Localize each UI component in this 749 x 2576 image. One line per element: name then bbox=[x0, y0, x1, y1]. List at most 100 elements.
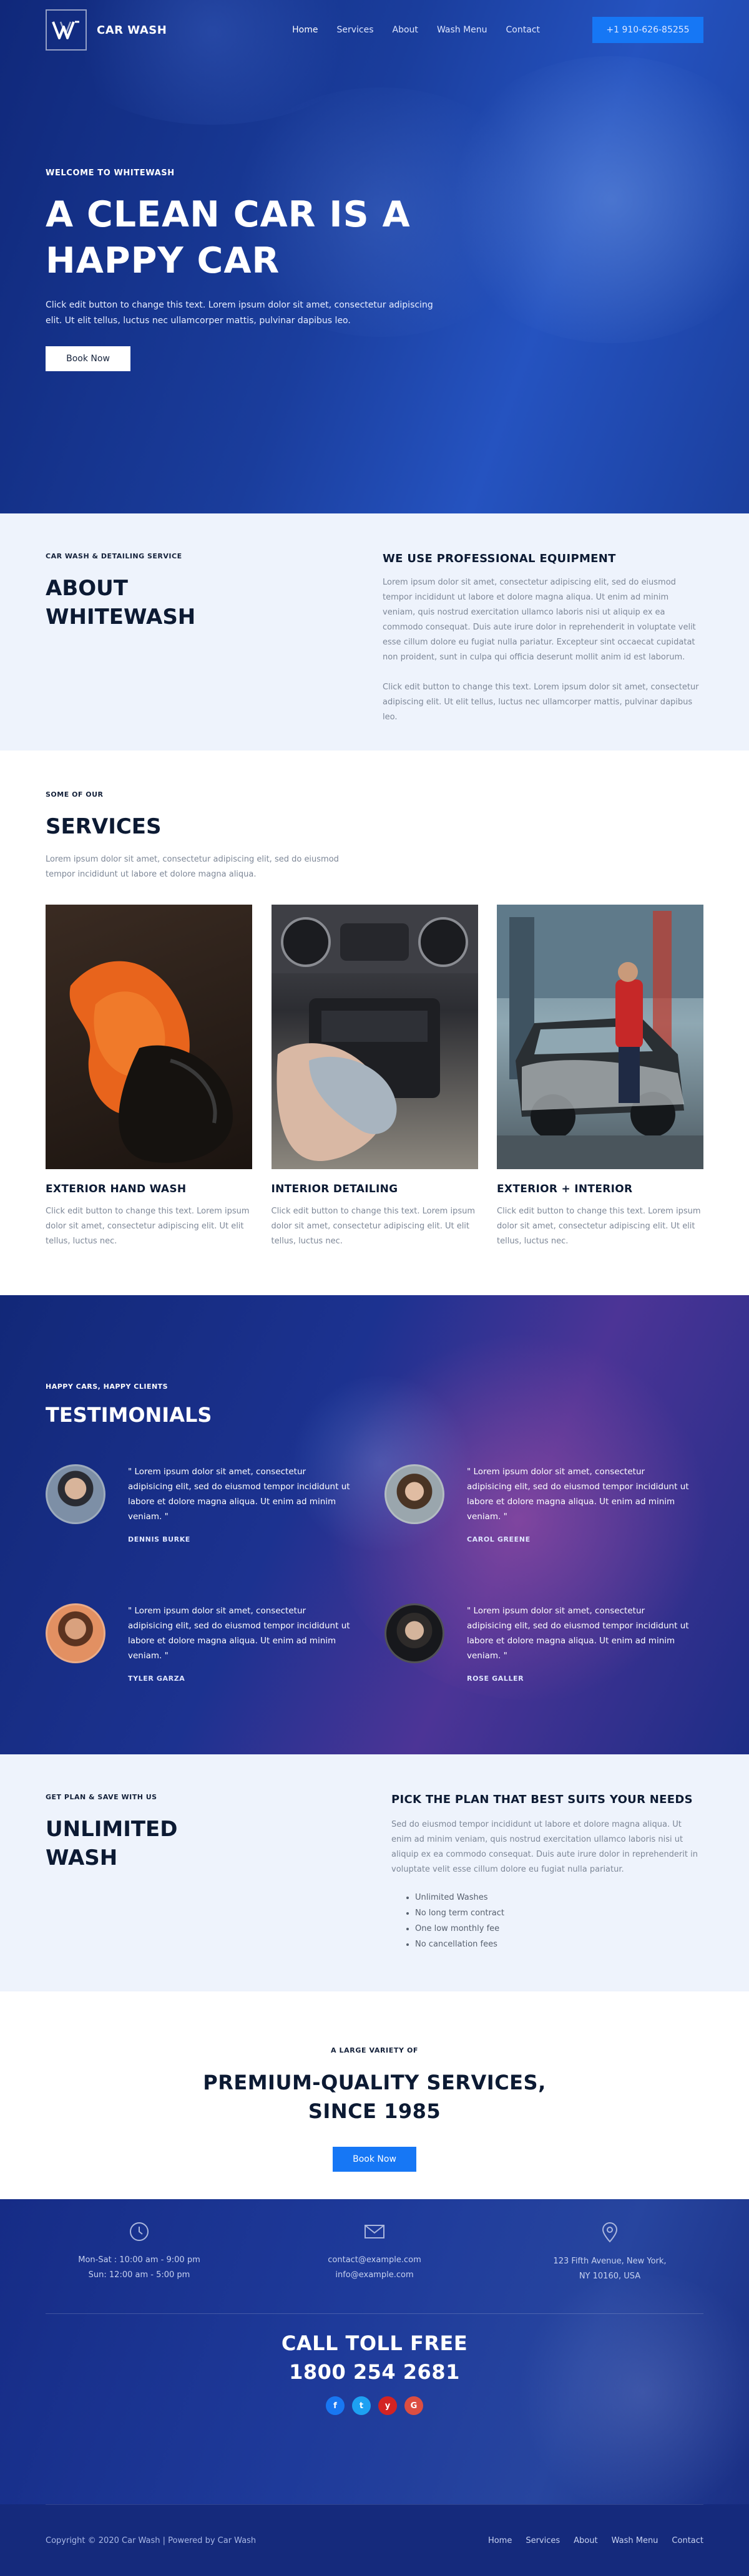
footer-link-wash-menu[interactable]: Wash Menu bbox=[612, 2536, 658, 2545]
copyright: Copyright © 2020 Car Wash | Powered by C… bbox=[46, 2535, 257, 2545]
clock-icon bbox=[130, 2222, 149, 2241]
envelope-icon bbox=[365, 2225, 384, 2238]
testimonial-item: " Lorem ipsum dolor sit amet, consectetu… bbox=[384, 1603, 703, 1683]
testimonials-section: HAPPY CARS, HAPPY CLIENTS TESTIMONIALS "… bbox=[0, 1295, 749, 1754]
plan-heading: PICK THE PLAN THAT BEST SUITS YOUR NEEDS bbox=[391, 1793, 693, 1806]
service-card-title: INTERIOR DETAILING bbox=[271, 1183, 398, 1195]
testimonial-name: ROSE GALLER bbox=[467, 1674, 524, 1683]
service-card-title: EXTERIOR HAND WASH bbox=[46, 1183, 187, 1195]
testimonial-name: DENNIS BURKE bbox=[128, 1535, 190, 1543]
services-intro: Lorem ipsum dolor sit amet, consectetur … bbox=[46, 855, 339, 879]
email-link[interactable]: info@example.com bbox=[281, 2268, 468, 2283]
google-icon[interactable]: G bbox=[404, 2396, 423, 2415]
nav-item-wash-menu[interactable]: Wash Menu bbox=[437, 25, 487, 35]
footer-menu: Home Services About Wash Menu Contact bbox=[488, 2536, 703, 2545]
plan-text: Sed do eiusmod tempor incididunt ut labo… bbox=[391, 1820, 698, 1874]
services-section: SOME OF OUR SERVICES Lorem ipsum dolor s… bbox=[0, 751, 749, 1295]
avatar bbox=[384, 1603, 444, 1663]
toll-free-label: CALL TOLL FREE bbox=[281, 2331, 468, 2355]
about-eyebrow: CAR WASH & DETAILING SERVICE bbox=[46, 552, 182, 560]
hours-line: Mon-Sat : 10:00 am - 9:00 pm bbox=[78, 2255, 200, 2265]
plan-title: UNLIMITED WASH bbox=[46, 1815, 295, 1872]
hours-line: Sun: 12:00 am - 5:00 pm bbox=[88, 2270, 190, 2280]
exterior-wash-photo bbox=[46, 905, 252, 1169]
premium-title: PREMIUM-QUALITY SERVICES, SINCE 1985 bbox=[0, 2068, 749, 2126]
testimonial-name: CAROL GREENE bbox=[467, 1535, 531, 1543]
about-paragraph: Lorem ipsum dolor sit amet, consectetur … bbox=[383, 578, 696, 662]
services-title: SERVICES bbox=[46, 814, 162, 839]
map-pin-icon bbox=[602, 2222, 618, 2243]
service-card-text: Click edit button to change this text. L… bbox=[271, 1207, 476, 1246]
email-link[interactable]: contact@example.com bbox=[281, 2253, 468, 2268]
service-card-title: EXTERIOR + INTERIOR bbox=[497, 1183, 633, 1195]
address-line: NY 10160, USA bbox=[579, 2272, 641, 2281]
testimonial-quote: " Lorem ipsum dolor sit amet, consectetu… bbox=[467, 1606, 689, 1661]
contact-section: Mon-Sat : 10:00 am - 9:00 pm Sun: 12:00 … bbox=[0, 2199, 749, 2504]
contact-info: Mon-Sat : 10:00 am - 9:00 pm Sun: 12:00 … bbox=[46, 2199, 703, 2314]
testimonial-item: " Lorem ipsum dolor sit amet, consectetu… bbox=[46, 1464, 384, 1543]
footer-link-services[interactable]: Services bbox=[526, 2536, 560, 2545]
hero-text: Click edit button to change this text. L… bbox=[46, 300, 433, 326]
premium-section: A LARGE VARIETY OF PREMIUM-QUALITY SERVI… bbox=[0, 1991, 749, 2199]
avatar bbox=[384, 1464, 444, 1524]
service-card[interactable]: INTERIOR DETAILING Click edit button to … bbox=[271, 905, 478, 1249]
premium-title-line: SINCE 1985 bbox=[308, 2099, 441, 2123]
testimonial-quote: " Lorem ipsum dolor sit amet, consectetu… bbox=[128, 1606, 350, 1661]
service-card-text: Click edit button to change this text. L… bbox=[46, 1207, 250, 1246]
about-title-line: WHITEWASH bbox=[46, 605, 196, 629]
plan-title-line: WASH bbox=[46, 1845, 118, 1870]
toll-free-number[interactable]: 1800 254 2681 bbox=[46, 2358, 703, 2386]
yelp-icon[interactable]: y bbox=[378, 2396, 397, 2415]
about-title-line: ABOUT bbox=[46, 576, 128, 601]
exterior-interior-photo bbox=[497, 905, 703, 1169]
address-line: 123 Fifth Avenue, New York, bbox=[553, 2257, 667, 2266]
premium-eyebrow: A LARGE VARIETY OF bbox=[330, 2046, 419, 2054]
plan-feature: No long term contract bbox=[415, 1905, 703, 1921]
hero-title-line: A CLEAN CAR IS A bbox=[46, 194, 411, 235]
social-links: f t y G bbox=[46, 2396, 703, 2415]
plan-features: Unlimited Washes No long term contract O… bbox=[391, 1890, 703, 1952]
service-card[interactable]: EXTERIOR + INTERIOR Click edit button to… bbox=[497, 905, 703, 1249]
twitter-icon[interactable]: t bbox=[352, 2396, 371, 2415]
testimonial-name: TYLER GARZA bbox=[128, 1674, 185, 1683]
plan-eyebrow: GET PLAN & SAVE WITH US bbox=[46, 1793, 157, 1801]
nav-item-services[interactable]: Services bbox=[336, 25, 373, 35]
brand-name: CAR WASH bbox=[97, 23, 167, 37]
plan-section: GET PLAN & SAVE WITH US UNLIMITED WASH P… bbox=[0, 1754, 749, 1991]
about-title: ABOUT WHITEWASH bbox=[46, 574, 295, 631]
hero-content: WELCOME TO WHITEWASH A CLEAN CAR IS A HA… bbox=[46, 60, 703, 371]
testimonials-grid: " Lorem ipsum dolor sit amet, consectetu… bbox=[46, 1464, 703, 1683]
premium-title-line: PREMIUM-QUALITY SERVICES, bbox=[203, 2071, 546, 2094]
services-eyebrow: SOME OF OUR bbox=[46, 790, 104, 799]
plan-feature: Unlimited Washes bbox=[415, 1890, 703, 1905]
email-column: contact@example.com info@example.com bbox=[281, 2222, 468, 2313]
footer-link-about[interactable]: About bbox=[574, 2536, 597, 2545]
testimonial-quote: " Lorem ipsum dolor sit amet, consectetu… bbox=[467, 1467, 689, 1522]
testimonial-item: " Lorem ipsum dolor sit amet, consectetu… bbox=[384, 1464, 703, 1543]
nav-item-contact[interactable]: Contact bbox=[506, 25, 540, 35]
footer: Copyright © 2020 Car Wash | Powered by C… bbox=[0, 2504, 749, 2576]
testimonial-item: " Lorem ipsum dolor sit amet, consectetu… bbox=[46, 1603, 384, 1683]
hero-book-now-button[interactable]: Book Now bbox=[46, 346, 130, 371]
facebook-icon[interactable]: f bbox=[326, 2396, 345, 2415]
about-section: CAR WASH & DETAILING SERVICE ABOUT WHITE… bbox=[0, 513, 749, 751]
testimonials-title: TESTIMONIALS bbox=[46, 1403, 212, 1427]
footer-link-home[interactable]: Home bbox=[488, 2536, 512, 2545]
nav-item-home[interactable]: Home bbox=[292, 25, 318, 35]
premium-book-now-button[interactable]: Book Now bbox=[333, 2147, 416, 2172]
toll-free-block: CALL TOLL FREE 1800 254 2681 f t y G bbox=[46, 2314, 703, 2415]
logo-mark-icon bbox=[46, 9, 87, 51]
hero-eyebrow: WELCOME TO WHITEWASH bbox=[46, 168, 175, 178]
service-card[interactable]: EXTERIOR HAND WASH Click edit button to … bbox=[46, 905, 252, 1249]
nav-item-about[interactable]: About bbox=[393, 25, 418, 35]
avatar bbox=[46, 1603, 105, 1663]
plan-feature: One low monthly fee bbox=[415, 1921, 703, 1937]
phone-button[interactable]: +1 910-626-85255 bbox=[592, 17, 703, 43]
main-menu: Home Services About Wash Menu Contact +1… bbox=[292, 17, 703, 43]
address-column: 123 Fifth Avenue, New York, NY 10160, US… bbox=[516, 2222, 703, 2313]
footer-link-contact[interactable]: Contact bbox=[672, 2536, 703, 2545]
plan-title-line: UNLIMITED bbox=[46, 1817, 178, 1842]
logo[interactable]: CAR WASH bbox=[46, 9, 167, 51]
top-nav: CAR WASH Home Services About Wash Menu C… bbox=[46, 0, 703, 60]
about-heading: WE USE PROFESSIONAL EQUIPMENT bbox=[383, 552, 616, 565]
